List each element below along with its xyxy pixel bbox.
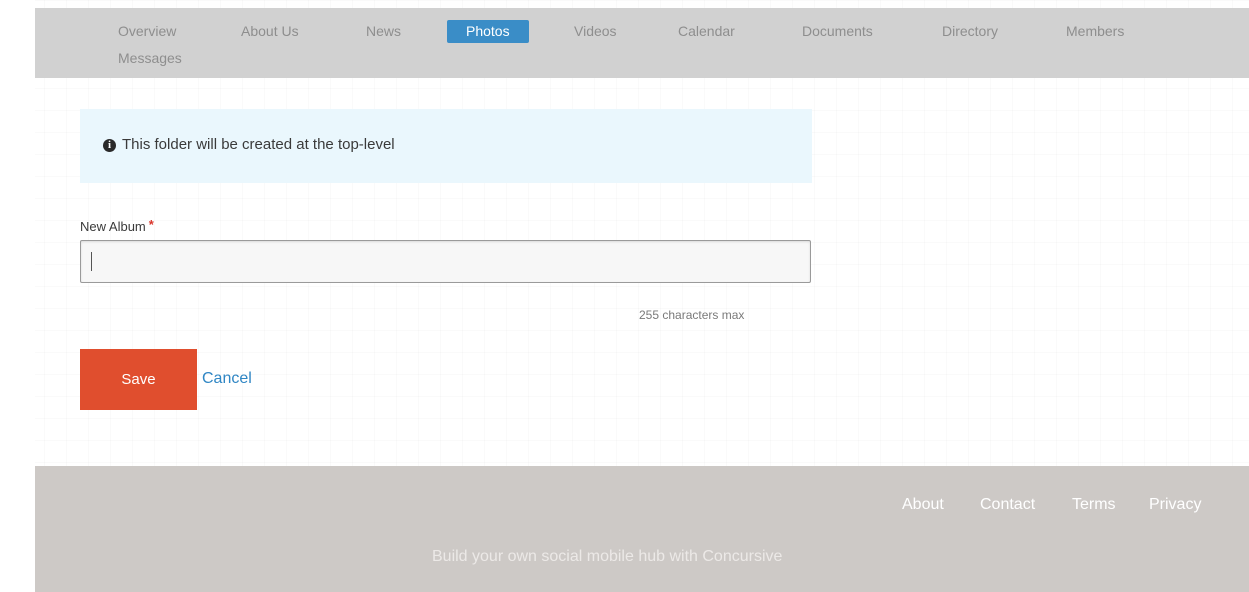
save-button[interactable]: Save: [80, 349, 197, 410]
new-album-label-text: New Album: [80, 219, 146, 234]
new-album-input[interactable]: [80, 240, 811, 283]
nav-item-members[interactable]: Members: [1066, 23, 1124, 39]
info-circle-icon: i: [103, 139, 116, 152]
nav-item-messages[interactable]: Messages: [118, 50, 182, 66]
page-footer: About Contact Terms Privacy Build your o…: [35, 466, 1249, 592]
character-limit-hint: 255 characters max: [639, 308, 745, 322]
nav-item-calendar[interactable]: Calendar: [678, 23, 735, 39]
footer-link-terms[interactable]: Terms: [1072, 496, 1116, 514]
cancel-link[interactable]: Cancel: [202, 370, 252, 388]
text-cursor: [91, 252, 92, 271]
top-navigation: Overview About Us News Photos Videos Cal…: [35, 8, 1249, 78]
info-message: This folder will be created at the top-l…: [122, 136, 395, 153]
nav-item-videos[interactable]: Videos: [574, 23, 617, 39]
footer-link-about[interactable]: About: [902, 496, 944, 514]
nav-item-news[interactable]: News: [366, 23, 401, 39]
footer-link-privacy[interactable]: Privacy: [1149, 496, 1201, 514]
new-album-label: New Album *: [80, 217, 154, 234]
nav-item-documents[interactable]: Documents: [802, 23, 873, 39]
info-alert: i This folder will be created at the top…: [80, 109, 812, 183]
required-indicator: *: [148, 217, 154, 232]
nav-item-overview[interactable]: Overview: [118, 23, 176, 39]
footer-link-contact[interactable]: Contact: [980, 496, 1035, 514]
footer-tagline: Build your own social mobile hub with Co…: [432, 548, 783, 565]
nav-item-photos[interactable]: Photos: [447, 20, 529, 43]
left-gutter: [0, 0, 35, 592]
nav-item-about-us[interactable]: About Us: [241, 23, 299, 39]
nav-item-directory[interactable]: Directory: [942, 23, 998, 39]
